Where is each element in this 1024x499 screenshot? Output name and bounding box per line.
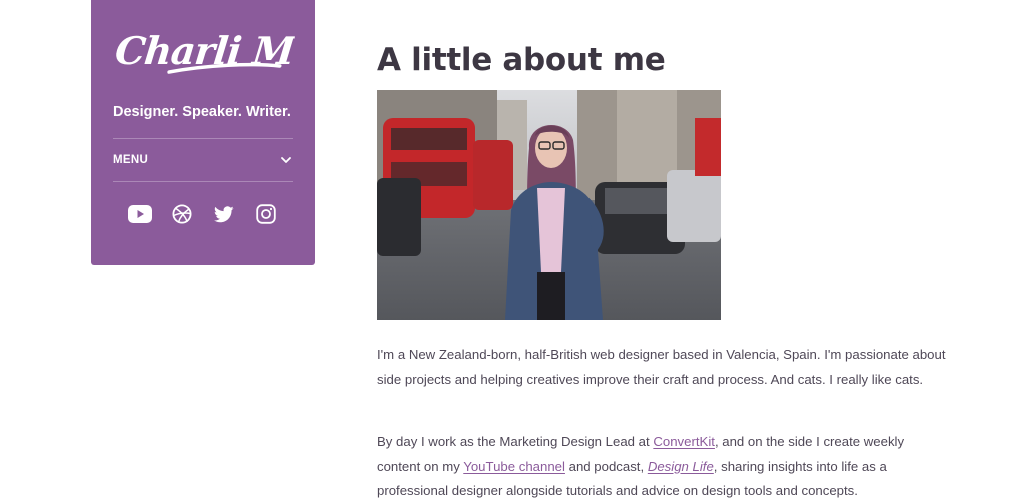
tagline: Designer. Speaker. Writer. bbox=[113, 104, 291, 120]
youtube-channel-link[interactable]: YouTube channel bbox=[463, 459, 565, 474]
street-portrait-image bbox=[377, 90, 721, 320]
work-paragraph: By day I work as the Marketing Design Le… bbox=[377, 430, 947, 499]
paragraph-text: and podcast, bbox=[564, 458, 648, 474]
sidebar: Charli Marie Designer. Speaker. Writer. … bbox=[91, 0, 315, 265]
instagram-icon[interactable] bbox=[253, 201, 279, 227]
chevron-down-icon bbox=[279, 153, 293, 167]
menu-toggle[interactable]: MENU bbox=[113, 139, 293, 181]
social-links bbox=[113, 200, 293, 228]
intro-paragraph: I'm a New Zealand-born, half-British web… bbox=[377, 347, 946, 387]
dribbble-icon[interactable] bbox=[169, 201, 195, 227]
divider bbox=[113, 181, 293, 182]
page-title: A little about me bbox=[377, 42, 666, 78]
twitter-icon[interactable] bbox=[211, 201, 237, 227]
logo-wordmark: Charli Marie bbox=[113, 28, 296, 74]
design-life-link[interactable]: Design Life bbox=[648, 459, 714, 474]
paragraph-text: By day I work as the Marketing Design Le… bbox=[377, 434, 654, 449]
youtube-icon[interactable] bbox=[127, 201, 153, 227]
profile-photo bbox=[377, 90, 721, 320]
site-logo[interactable]: Charli Marie bbox=[110, 22, 296, 86]
menu-label: MENU bbox=[113, 154, 149, 166]
convertkit-link[interactable]: ConvertKit bbox=[653, 434, 715, 449]
